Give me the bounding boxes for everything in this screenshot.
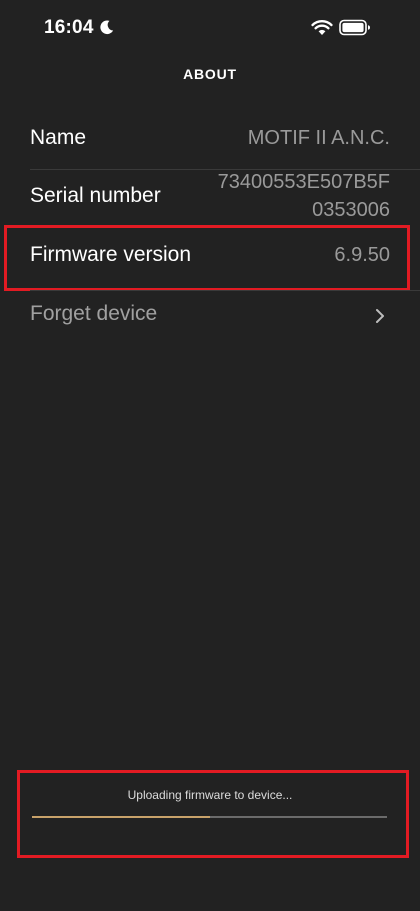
chevron-right-icon <box>376 309 384 323</box>
moon-icon <box>100 20 114 35</box>
upload-progress-fill <box>32 816 210 818</box>
serial-number-value-line2: 0353006 <box>312 199 390 221</box>
upload-progress-bar <box>32 816 387 818</box>
battery-icon <box>339 19 370 36</box>
serial-number-label: Serial number <box>30 184 161 207</box>
serial-number-value-line1: 73400553E507B5F <box>217 171 390 193</box>
forget-device-row[interactable]: Forget device <box>0 291 420 339</box>
page-title: ABOUT <box>183 66 237 82</box>
name-value: MOTIF II A.N.C. <box>247 127 390 149</box>
status-time: 16:04 <box>44 17 94 38</box>
upload-status-text: Uploading firmware to device... <box>127 788 293 802</box>
name-row: Name MOTIF II A.N.C. <box>0 112 420 168</box>
forget-device-label: Forget device <box>30 302 158 325</box>
firmware-highlight-box <box>4 225 410 291</box>
wifi-icon <box>311 20 333 35</box>
name-label: Name <box>30 126 87 149</box>
status-bar: 16:04 <box>0 0 420 56</box>
serial-number-row: Serial number 73400553E507B5F 0353006 <box>0 170 420 226</box>
upload-highlight-box <box>17 770 409 858</box>
